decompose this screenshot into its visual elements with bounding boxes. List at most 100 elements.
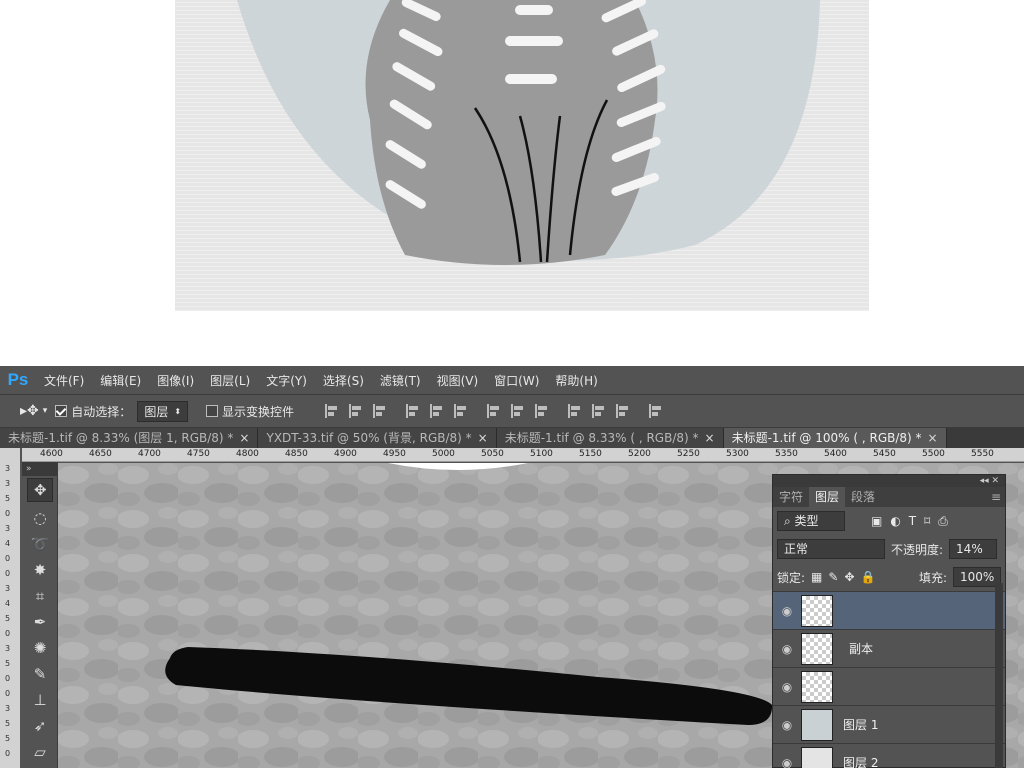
toolbox-header[interactable]: » (22, 462, 57, 476)
crop-tool-icon[interactable]: ⌗ (27, 584, 53, 608)
layer-thumbnail (801, 594, 833, 627)
ruler-label: 4600 (40, 449, 63, 459)
blend-mode-dropdown[interactable]: 正常 (777, 539, 885, 559)
menu-file[interactable]: 文件(F) (36, 372, 92, 389)
menu-view[interactable]: 视图(V) (429, 372, 487, 389)
vruler-label: 0 (5, 569, 11, 578)
visibility-eye-icon[interactable]: ◉ (773, 642, 801, 656)
vruler-label: 0 (5, 509, 11, 518)
close-icon[interactable]: × (705, 431, 715, 445)
history-brush-icon[interactable]: ➶ (27, 714, 53, 738)
stamp-tool-icon[interactable]: ⊥ (27, 688, 53, 712)
distribute-right-icon[interactable] (616, 404, 630, 418)
menu-layer[interactable]: 图层(L) (202, 372, 258, 389)
layer-name: 副本 (849, 642, 874, 656)
ruler-label: 5550 (971, 449, 994, 459)
vruler-label: 5 (5, 734, 11, 743)
marquee-tool-icon[interactable]: ◌ (27, 506, 53, 530)
move-tool-icon[interactable]: ▸✥ (20, 403, 39, 419)
distribute-bottom-icon[interactable] (535, 404, 549, 418)
close-icon[interactable]: × (239, 431, 249, 445)
vruler-label: 4 (5, 539, 11, 548)
visibility-eye-icon[interactable]: ◉ (773, 718, 801, 732)
move-tool-icon[interactable]: ✥ (27, 478, 53, 502)
auto-select-checkbox[interactable] (55, 405, 68, 417)
preview-artwork (237, 0, 820, 265)
menu-image[interactable]: 图像(I) (149, 372, 202, 389)
tab-character[interactable]: 字符 (773, 487, 809, 507)
layer-row[interactable]: ◉ 图层 1 (773, 705, 1005, 743)
menu-window[interactable]: 窗口(W) (486, 372, 547, 389)
brush-tool-icon[interactable]: ✎ (27, 662, 53, 686)
magic-wand-icon[interactable]: ✸ (27, 558, 53, 582)
show-transform-label: 显示变换控件 (222, 404, 295, 419)
vruler-label: 0 (5, 674, 11, 683)
filter-icons[interactable]: ▣◐T⌑⎙ (871, 514, 956, 529)
menu-type[interactable]: 文字(Y) (258, 372, 315, 389)
layers-scrollbar[interactable] (995, 583, 1003, 768)
lasso-tool-icon[interactable]: ➰ (27, 532, 53, 556)
align-left-icon[interactable] (406, 404, 420, 418)
distribute-left-icon[interactable] (568, 404, 582, 418)
menu-bar: Ps 文件(F) 编辑(E) 图像(I) 图层(L) 文字(Y) 选择(S) 滤… (0, 366, 1024, 394)
visibility-eye-icon[interactable]: ◉ (773, 680, 801, 694)
close-icon[interactable]: × (478, 431, 488, 445)
panel-collapse-icon[interactable]: ◂◂ ✕ (773, 475, 1005, 487)
doc-tab-2[interactable]: YXDT-33.tif @ 50% (背景, RGB/8) * × (258, 428, 497, 448)
menu-help[interactable]: 帮助(H) (547, 372, 605, 389)
layer-row[interactable]: ◉ (773, 667, 1005, 705)
align-bottom-icon[interactable] (373, 404, 387, 418)
options-bar: ▸✥ ▾ 自动选择： 图层 ⬍ 显示变换控件 (0, 394, 1024, 428)
eraser-tool-icon[interactable]: ▱ (27, 740, 53, 764)
align-hcenter-icon[interactable] (430, 404, 444, 418)
opacity-input[interactable]: 14% (949, 539, 998, 559)
opacity-label: 不透明度: (891, 542, 944, 557)
auto-select-label: 自动选择： (71, 404, 132, 419)
layer-name: 图层 1 (843, 718, 879, 732)
ruler-label: 4900 (334, 449, 357, 459)
auto-select-dropdown[interactable]: 图层 ⬍ (137, 400, 189, 422)
doc-tab-label: YXDT-33.tif @ 50% (背景, RGB/8) * (266, 431, 472, 445)
ruler-label: 5200 (628, 449, 651, 459)
doc-tab-3[interactable]: 未标题-1.tif @ 8.33% ( , RGB/8) * × (496, 428, 724, 448)
auto-align-icon[interactable] (649, 404, 663, 418)
tab-layers[interactable]: 图层 (809, 487, 846, 507)
menu-select[interactable]: 选择(S) (315, 372, 372, 389)
layer-row[interactable]: ◉ 图层 2 (773, 743, 1005, 768)
layer-row[interactable]: ◉ (773, 591, 1005, 629)
panel-menu-icon[interactable]: ≡ (985, 487, 1005, 507)
layer-row[interactable]: ◉ 副本 (773, 629, 1005, 667)
vruler-label: 0 (5, 554, 11, 563)
visibility-eye-icon[interactable]: ◉ (773, 756, 801, 768)
show-transform-checkbox[interactable] (206, 405, 219, 417)
lock-icons[interactable]: ▦✎✥🔒 (811, 570, 881, 584)
ruler-label: 5350 (775, 449, 798, 459)
layer-thumbnail (801, 670, 833, 703)
doc-tab-4[interactable]: 未标题-1.tif @ 100% ( , RGB/8) * × (723, 428, 947, 448)
tab-paragraph[interactable]: 段落 (845, 487, 881, 507)
align-vcenter-icon[interactable] (349, 404, 363, 418)
vruler-label: 3 (5, 479, 11, 488)
align-top-icon[interactable] (325, 404, 339, 418)
filter-kind-dropdown[interactable]: ⌕ 类型 (777, 511, 845, 531)
distribute-vcenter-icon[interactable] (511, 404, 525, 418)
vruler-label: 3 (5, 464, 11, 473)
menu-edit[interactable]: 编辑(E) (92, 372, 149, 389)
tool-preset-chevron-icon[interactable]: ▾ (43, 406, 48, 416)
dropdown-arrow-icon: ⬍ (174, 406, 182, 416)
panel-tabs: 字符 图层 段落 ≡ (773, 487, 1005, 507)
healing-brush-icon[interactable]: ✺ (27, 636, 53, 660)
doc-tab-1[interactable]: 未标题-1.tif @ 8.33% (图层 1, RGB/8) * × (0, 428, 259, 448)
distribute-top-icon[interactable] (487, 404, 501, 418)
menu-filter[interactable]: 滤镜(T) (372, 372, 429, 389)
close-icon[interactable]: × (928, 431, 938, 445)
ruler-label: 5300 (726, 449, 749, 459)
vruler-label: 0 (5, 689, 11, 698)
eyedropper-tool-icon[interactable]: ✒ (27, 610, 53, 634)
layer-thumbnail (801, 746, 833, 768)
visibility-eye-icon[interactable]: ◉ (773, 604, 801, 618)
distribute-hcenter-icon[interactable] (592, 404, 606, 418)
fill-input[interactable]: 100% (953, 567, 1001, 587)
align-right-icon[interactable] (454, 404, 468, 418)
photoshop-window: Ps 文件(F) 编辑(E) 图像(I) 图层(L) 文字(Y) 选择(S) 滤… (0, 366, 1024, 768)
